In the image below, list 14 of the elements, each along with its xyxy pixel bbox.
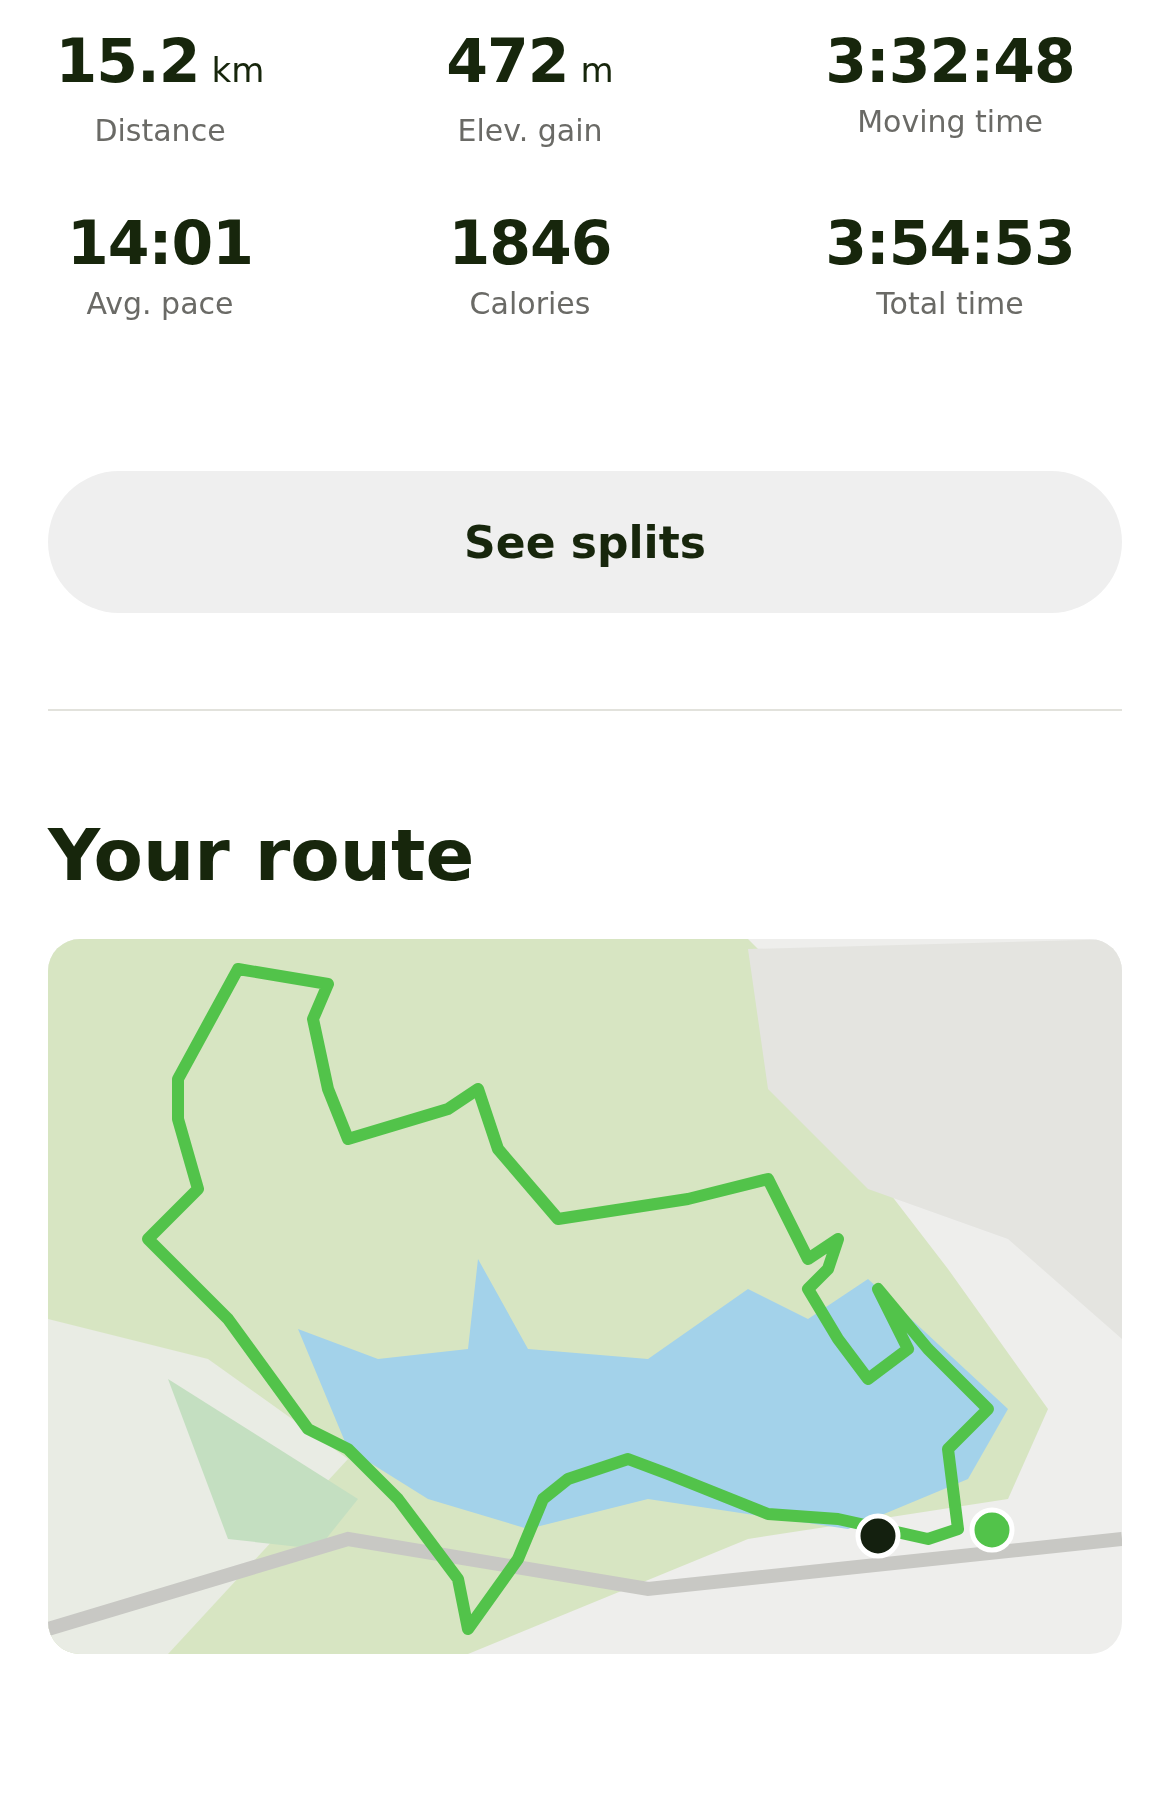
stat-value: 472 m bbox=[446, 25, 614, 98]
stat-label: Moving time bbox=[857, 104, 1043, 139]
stat-label: Avg. pace bbox=[86, 286, 234, 321]
stat-label: Elev. gain bbox=[457, 113, 603, 148]
section-heading: Your route bbox=[48, 812, 476, 899]
see-splits-button[interactable]: See splits bbox=[48, 471, 1122, 613]
stat-value: 3:54:53 bbox=[825, 207, 1075, 280]
stat-value: 14:01 bbox=[67, 207, 253, 280]
stat-value: 3:32:48 bbox=[825, 25, 1075, 98]
stat-label: Calories bbox=[469, 286, 591, 321]
stat-value: 15.2 km bbox=[55, 25, 265, 98]
stat-label: Distance bbox=[94, 113, 226, 148]
stat-value: 1846 bbox=[448, 207, 612, 280]
stat-label: Total time bbox=[876, 286, 1024, 321]
